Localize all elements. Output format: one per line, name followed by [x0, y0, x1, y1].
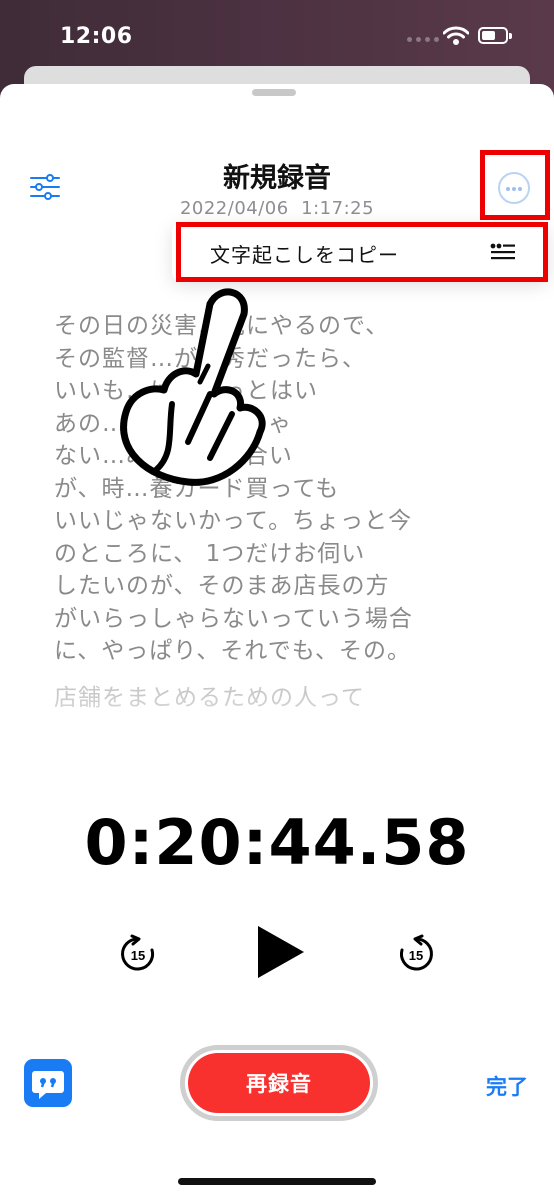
rerecord-button[interactable]: 再録音	[180, 1045, 378, 1121]
skip-back-15-icon[interactable]: 15	[118, 934, 158, 974]
sheet-grabber[interactable]	[252, 89, 296, 96]
recording-time: 1:17:25	[301, 198, 375, 219]
play-icon[interactable]	[254, 924, 306, 980]
skip-forward-15-icon[interactable]: 15	[396, 934, 436, 974]
playback-timer: 0:20:44.58	[84, 806, 470, 879]
skip-forward-seconds: 15	[409, 948, 423, 963]
cellular-signal-icon	[407, 37, 439, 42]
status-time: 12:06	[60, 24, 133, 49]
status-bar: 12:06	[0, 0, 554, 70]
recording-date: 2022/04/06	[179, 198, 289, 219]
transcript-bubble-icon[interactable]	[24, 1059, 72, 1107]
transcript-fade	[0, 694, 554, 764]
transcript-line: したいのが、そのまあ店長の方	[54, 573, 390, 599]
wifi-icon	[443, 26, 469, 45]
battery-icon	[478, 27, 512, 44]
highlight-box-menu	[176, 222, 548, 282]
highlight-box-more	[480, 150, 550, 220]
transcript-line: がいらっしゃらないっていう場合	[54, 605, 413, 632]
skip-back-seconds: 15	[131, 948, 145, 963]
transcript-line: のところに、 1つだけお伺い	[54, 540, 366, 567]
home-indicator	[178, 1178, 376, 1185]
recording-detail-sheet: 新規録音 2022/04/06 1:17:25 文字起こしをコピー その日の災害…	[0, 84, 554, 1200]
done-button[interactable]: 完了	[486, 1071, 528, 1101]
transcript-line: に、やっぱり、それでも、その。	[54, 638, 412, 664]
transcript-line: いいじゃないかって。ちょっと今	[54, 508, 413, 534]
recording-title: 新規録音	[223, 163, 331, 194]
pointing-hand-icon	[120, 288, 266, 486]
rerecord-label: 再録音	[188, 1053, 370, 1113]
recording-datetime: 2022/04/06 1:17:25	[0, 198, 554, 219]
